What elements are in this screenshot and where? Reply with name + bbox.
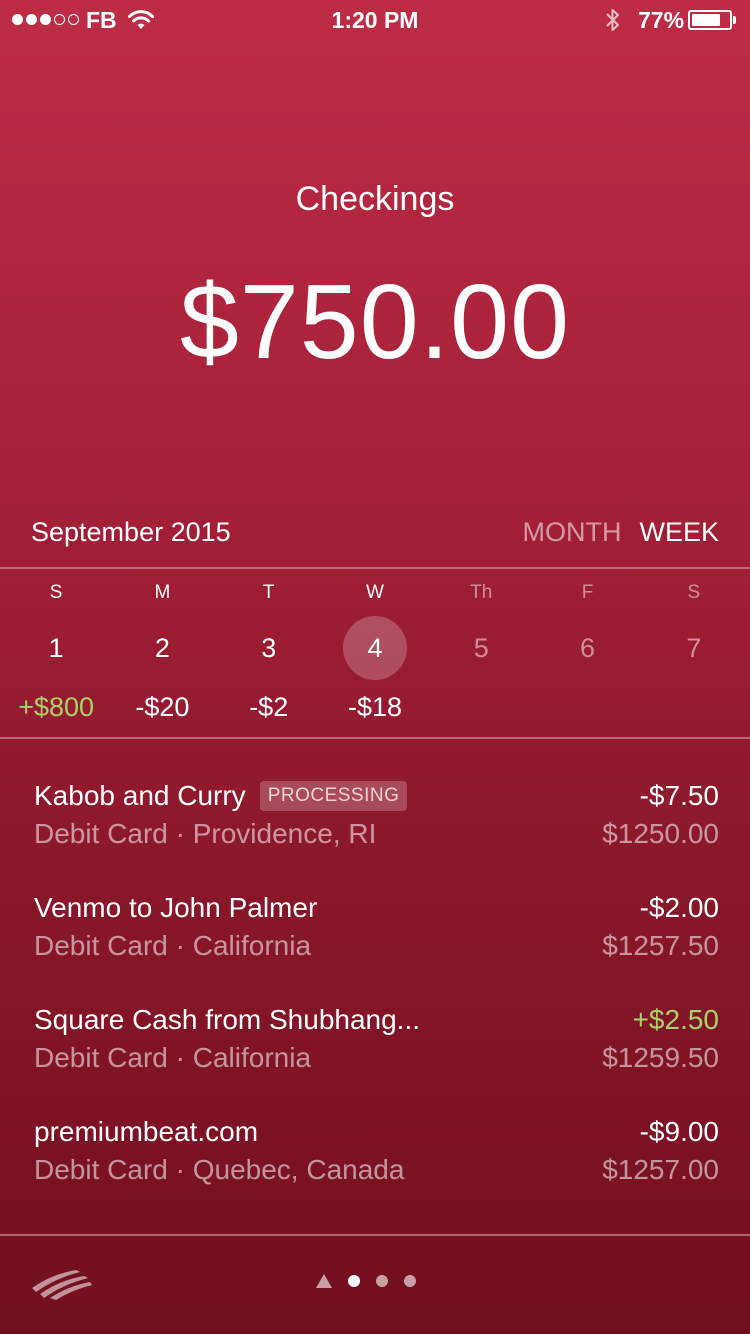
day-number-wrap[interactable]: 1 [24, 616, 88, 680]
day-number: 3 [261, 632, 277, 663]
day-number-wrap[interactable]: 3 [237, 616, 301, 680]
transaction-location: California [192, 1042, 312, 1073]
transaction-row[interactable]: Kabob and Curry PROCESSING Debit Card · Pr… [34, 780, 719, 870]
week-strip: S 1 +$800 M 2 -$20 T 3 -$2 W 4 -$18 Th 5 F 6 S 7 [3, 578, 747, 724]
running-balance: $1257.50 [602, 930, 719, 961]
transaction-name-line: Square Cash from Shubhang... [34, 1004, 420, 1036]
page-indicator[interactable] [316, 1274, 416, 1288]
day-letter: S [49, 582, 63, 603]
separator: · [167, 1154, 193, 1185]
day-number: 4 [367, 632, 383, 663]
transaction-amount: -$7.50 [639, 780, 719, 811]
calendar-bottom-divider [0, 737, 750, 739]
transaction-location: California [192, 930, 312, 961]
running-balance: $1250.00 [602, 818, 719, 849]
battery-cap [733, 16, 736, 24]
transaction-row[interactable]: Venmo to John Palmer Debit Card · Califor… [34, 892, 719, 982]
calendar-month-label: September 2015 [31, 517, 231, 547]
day-letter: F [581, 582, 594, 603]
payment-method: Debit Card [34, 930, 168, 961]
pager-dot[interactable] [348, 1275, 360, 1287]
day-letter: T [262, 582, 275, 603]
transaction-details: Debit Card · California [34, 930, 311, 962]
pager-dot[interactable] [376, 1275, 388, 1287]
selected-day-indicator[interactable]: 4 [342, 616, 407, 680]
day-net-amount: -$2 [249, 692, 289, 722]
day-net-amount: -$20 [135, 692, 190, 722]
transaction-details: Debit Card · Providence, RI [34, 818, 376, 850]
transaction-merchant: Venmo to John Palmer [34, 892, 318, 923]
bluetooth-icon [604, 7, 622, 38]
payment-method: Debit Card [34, 1154, 168, 1185]
separator: · [167, 1042, 193, 1073]
day-net-amount: -$18 [347, 692, 402, 722]
transaction-row[interactable]: premiumbeat.com Debit Card · Quebec, Cana… [34, 1116, 719, 1206]
day-letter: Th [470, 582, 493, 603]
day-number: 1 [48, 632, 64, 663]
day-number: 2 [154, 632, 170, 663]
battery-percentage: 77% [638, 7, 685, 33]
day-column-7[interactable]: S7 [641, 578, 747, 724]
bank-logo-icon[interactable] [30, 1268, 94, 1305]
payment-method: Debit Card [34, 818, 168, 849]
triangle-icon[interactable] [316, 1274, 332, 1288]
transaction-location: Quebec, Canada [192, 1154, 405, 1185]
status-bar: FB 1:20 PM 77% [0, 0, 750, 40]
day-column-6[interactable]: F6 [534, 578, 640, 724]
transaction-name-line: Kabob and Curry PROCESSING [34, 780, 408, 812]
transaction-amount: -$2.00 [639, 892, 719, 923]
transaction-details: Debit Card · Quebec, Canada [34, 1154, 404, 1186]
day-number-wrap[interactable]: 7 [662, 616, 726, 680]
day-net-amount: +$800 [18, 692, 95, 722]
transaction-name-line: premiumbeat.com [34, 1116, 258, 1148]
transaction-details: Debit Card · California [34, 1042, 311, 1074]
day-number: 6 [580, 632, 596, 663]
running-balance: $1257.00 [602, 1154, 719, 1185]
account-title: Checkings [295, 180, 455, 218]
battery-level [692, 14, 720, 26]
range-month-button[interactable]: MONTH [523, 517, 622, 548]
status-badge: PROCESSING [259, 781, 408, 811]
day-column-1[interactable]: S 1 +$800 [3, 578, 109, 724]
range-toggle: MONTH WEEK [523, 517, 720, 548]
separator: · [167, 930, 193, 961]
transaction-merchant: Kabob and Curry [34, 780, 246, 811]
transaction-name-line: Venmo to John Palmer [34, 892, 317, 924]
day-letter: M [154, 582, 171, 603]
day-column-4[interactable]: W 4 -$18 [322, 578, 428, 724]
range-week-button[interactable]: WEEK [639, 517, 719, 548]
calendar-top-divider [0, 567, 750, 569]
day-number-wrap[interactable]: 2 [130, 616, 194, 680]
footer-divider [0, 1234, 750, 1236]
day-number: 5 [473, 632, 489, 663]
day-number-wrap[interactable]: 5 [449, 616, 513, 680]
pager-dot[interactable] [404, 1275, 416, 1287]
day-number-wrap[interactable]: 6 [556, 616, 620, 680]
day-column-3[interactable]: T 3 -$2 [216, 578, 322, 724]
day-column-2[interactable]: M 2 -$20 [109, 578, 215, 724]
day-number: 7 [686, 632, 702, 663]
transaction-location: Providence, RI [192, 818, 377, 849]
transaction-row[interactable]: Square Cash from Shubhang... Debit Card ·… [34, 1004, 719, 1094]
account-balance: $750.00 [179, 263, 571, 381]
battery-icon [688, 10, 732, 30]
day-letter: W [366, 582, 384, 603]
transaction-merchant: premiumbeat.com [34, 1116, 259, 1147]
separator: · [167, 818, 193, 849]
transaction-amount: +$2.50 [632, 1004, 719, 1035]
transaction-amount: -$9.00 [639, 1116, 719, 1147]
payment-method: Debit Card [34, 1042, 168, 1073]
transaction-merchant: Square Cash from Shubhang... [34, 1004, 421, 1035]
day-column-5[interactable]: Th 5 [428, 578, 534, 724]
running-balance: $1259.50 [602, 1042, 719, 1073]
day-letter: S [687, 582, 701, 603]
